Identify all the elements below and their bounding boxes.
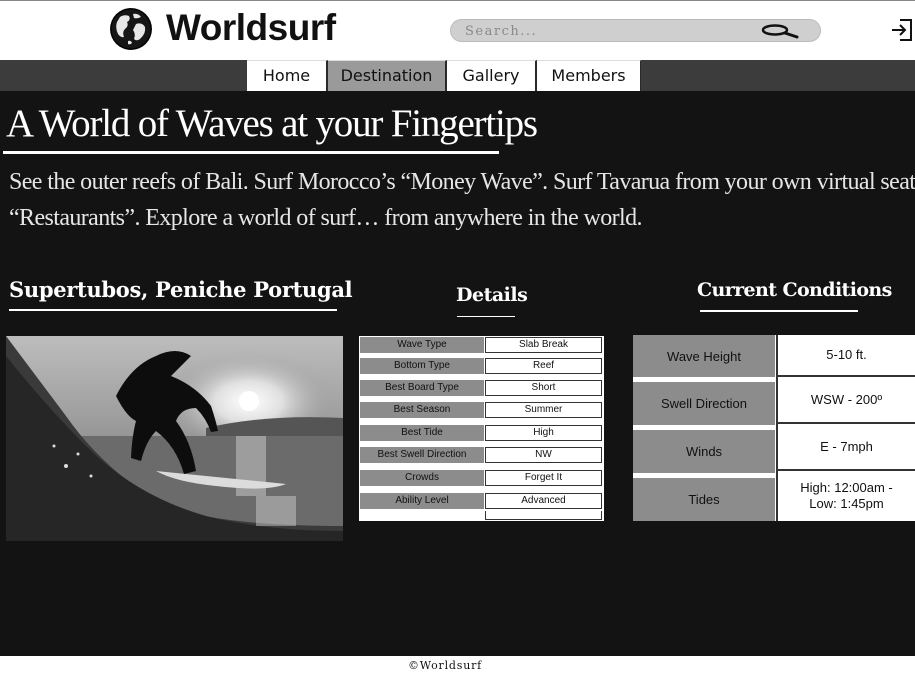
details-title: Details — [456, 284, 528, 306]
main-nav: Home Destination Gallery Members — [0, 60, 915, 91]
search-bar — [450, 19, 821, 42]
table-row: Best Season Summer — [359, 402, 604, 420]
hero-description: See the outer reefs of Bali. Surf Morocc… — [9, 164, 915, 236]
detail-value: Reef — [485, 358, 602, 374]
site-header: Worldsurf — [0, 0, 915, 60]
table-row: Best Swell Direction NW — [359, 447, 604, 465]
spot-title-underline — [9, 309, 337, 311]
details-title-underline — [457, 316, 515, 317]
details-table: Wave Type Slab Break Bottom Type Reef Be… — [359, 336, 604, 521]
detail-value: Forget It — [485, 470, 602, 486]
table-row: Best Board Type Short — [359, 380, 604, 398]
detail-label: Best Swell Direction — [360, 447, 484, 463]
detail-value: NW — [485, 447, 602, 463]
search-icon[interactable] — [759, 22, 801, 40]
hero-description-line-2: “Restaurants”. Explore a world of surf… … — [9, 205, 643, 231]
table-row: Bottom Type Reef — [359, 358, 604, 376]
nav-tab-home[interactable]: Home — [247, 60, 328, 91]
site-footer: ©Worldsurf — [0, 656, 915, 675]
detail-label: Crowds — [360, 470, 484, 486]
condition-label: Wave Height — [633, 335, 775, 377]
table-row: Crowds Forget It — [359, 470, 604, 488]
nav-tab-gallery[interactable]: Gallery — [447, 60, 537, 91]
login-icon[interactable] — [890, 17, 914, 43]
detail-label: Bottom Type — [360, 358, 484, 374]
detail-value: Summer — [485, 402, 602, 418]
spot-title: Supertubos, Peniche Portugal — [9, 277, 353, 302]
nav-tab-destination[interactable]: Destination — [328, 60, 447, 91]
table-row: Wave Type Slab Break — [359, 337, 604, 355]
conditions-title: Current Conditions — [697, 279, 892, 301]
condition-label: Tides — [633, 478, 775, 521]
brand-logo-text[interactable]: Worldsurf — [166, 6, 336, 50]
detail-label: Best Season — [360, 402, 484, 418]
hero-title-underline — [3, 151, 499, 154]
condition-label: Swell Direction — [633, 382, 775, 425]
conditions-table: Wave Height 5-10 ft. Swell Direction WSW… — [633, 335, 915, 521]
condition-value: 5-10 ft. — [776, 335, 915, 377]
detail-label: Best Board Type — [360, 380, 484, 396]
table-row: Ability Level Advanced — [359, 493, 604, 511]
detail-value: Slab Break — [485, 337, 602, 353]
detail-value: Advanced — [485, 493, 602, 509]
detail-value: High — [485, 425, 602, 441]
detail-value: Short — [485, 380, 602, 396]
conditions-title-underline — [700, 310, 858, 312]
search-input[interactable] — [465, 22, 755, 41]
hero-description-line-1: See the outer reefs of Bali. Surf Morocc… — [9, 169, 915, 195]
nav-tab-members[interactable]: Members — [537, 60, 641, 91]
detail-label: Wave Type — [360, 337, 484, 353]
condition-value: High: 12:00am - Low: 1:45pm — [776, 471, 915, 521]
condition-value: E - 7mph — [776, 424, 915, 471]
condition-label: Winds — [633, 430, 775, 473]
condition-value: WSW - 200º — [776, 377, 915, 424]
globe-logo-icon[interactable] — [110, 8, 152, 50]
footer-copyright: ©Worldsurf — [407, 659, 483, 672]
detail-label: Ability Level — [360, 493, 484, 509]
detail-label: Best Tide — [360, 425, 484, 441]
surfer-photo — [6, 336, 343, 541]
hero-title: A World of Waves at your Fingertips — [6, 102, 538, 145]
detail-empty-cell — [485, 511, 602, 520]
table-row: Best Tide High — [359, 425, 604, 443]
main-content: A World of Waves at your Fingertips See … — [0, 91, 915, 656]
